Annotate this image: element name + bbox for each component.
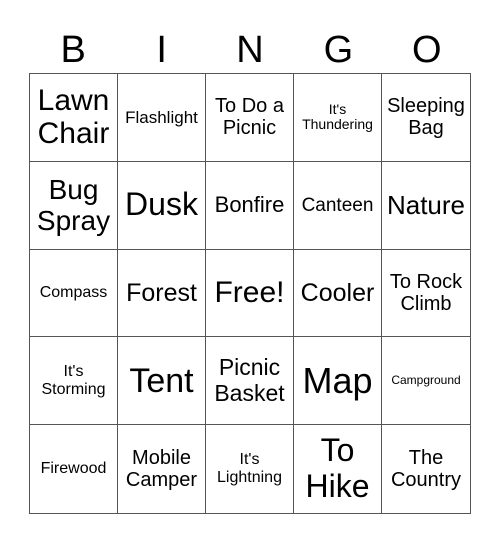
cell-label: Firewood [40,460,107,478]
cell-label: Canteen [301,194,374,216]
cell-label: Free! [214,276,285,310]
bingo-cell[interactable]: Firewood [30,425,118,513]
bingo-cell[interactable]: Flashlight [118,74,206,162]
cell-label: Bug Spray [36,173,111,237]
cell-label: Picnic Basket [214,354,285,406]
cell-label: Map [302,359,373,401]
cell-label: Sleeping Bag [387,95,465,140]
bingo-cell[interactable]: Dusk [118,161,206,250]
cell-label: Nature [386,189,466,220]
cell-label: It's Lightning [217,451,282,487]
bingo-cell[interactable]: It's Lightning [206,425,294,513]
bingo-cell[interactable]: Mobile Camper [118,425,206,513]
cell-label: To Rock Climb [389,270,463,315]
bingo-cell[interactable]: The Country [382,425,470,513]
cell-label: To Hike [305,432,370,505]
bingo-grid: Lawn Chair Flashlight To Do a Picnic It's T… [29,73,471,514]
bingo-cell[interactable]: Map [294,337,382,426]
cell-label: Lawn Chair [37,83,110,151]
bingo-cell[interactable]: Canteen [294,161,382,250]
bingo-cell[interactable]: To Hike [294,425,382,513]
cell-label: Tent [129,361,194,400]
cell-label: To Do a Picnic [215,95,284,140]
header-letter-b: B [60,29,86,71]
bingo-cell[interactable]: It's Thundering [294,74,382,162]
cell-label: The Country [390,446,462,492]
cell-label: Campground [391,373,461,388]
bingo-cell[interactable]: Forest [118,249,206,338]
cell-label: It's Storming [41,362,106,398]
bingo-header: B I N G O [29,26,471,74]
cell-label: It's Thundering [302,100,373,133]
header-letter-i: I [156,29,167,71]
header-letter-n: N [236,29,264,71]
cell-label: Bonfire [214,191,285,217]
free-space-cell[interactable]: Free! [206,249,294,338]
bingo-cell[interactable]: To Rock Climb [382,250,470,338]
bingo-cell[interactable]: To Do a Picnic [206,74,294,162]
bingo-cell[interactable]: Sleeping Bag [382,74,470,162]
bingo-cell[interactable]: Picnic Basket [206,337,294,426]
bingo-cell[interactable]: Tent [118,337,206,426]
bingo-cell[interactable]: Lawn Chair [30,74,118,162]
cell-label: Mobile Camper [125,446,198,492]
header-letter-o: O [412,29,442,71]
bingo-cell[interactable]: Bug Spray [30,161,118,250]
cell-label: Cooler [300,278,375,307]
bingo-cell[interactable]: Nature [382,162,470,250]
bingo-cell[interactable]: Campground [382,337,470,426]
bingo-cell[interactable]: Bonfire [206,161,294,250]
cell-label: Flashlight [125,107,198,127]
bingo-cell[interactable]: Compass [30,249,118,338]
cell-label: Dusk [125,186,198,223]
bingo-cell[interactable]: It's Storming [30,337,118,426]
cell-label: Forest [126,278,197,307]
header-letter-g: G [323,29,354,71]
bingo-cell[interactable]: Cooler [294,249,382,338]
cell-label: Compass [39,284,108,302]
